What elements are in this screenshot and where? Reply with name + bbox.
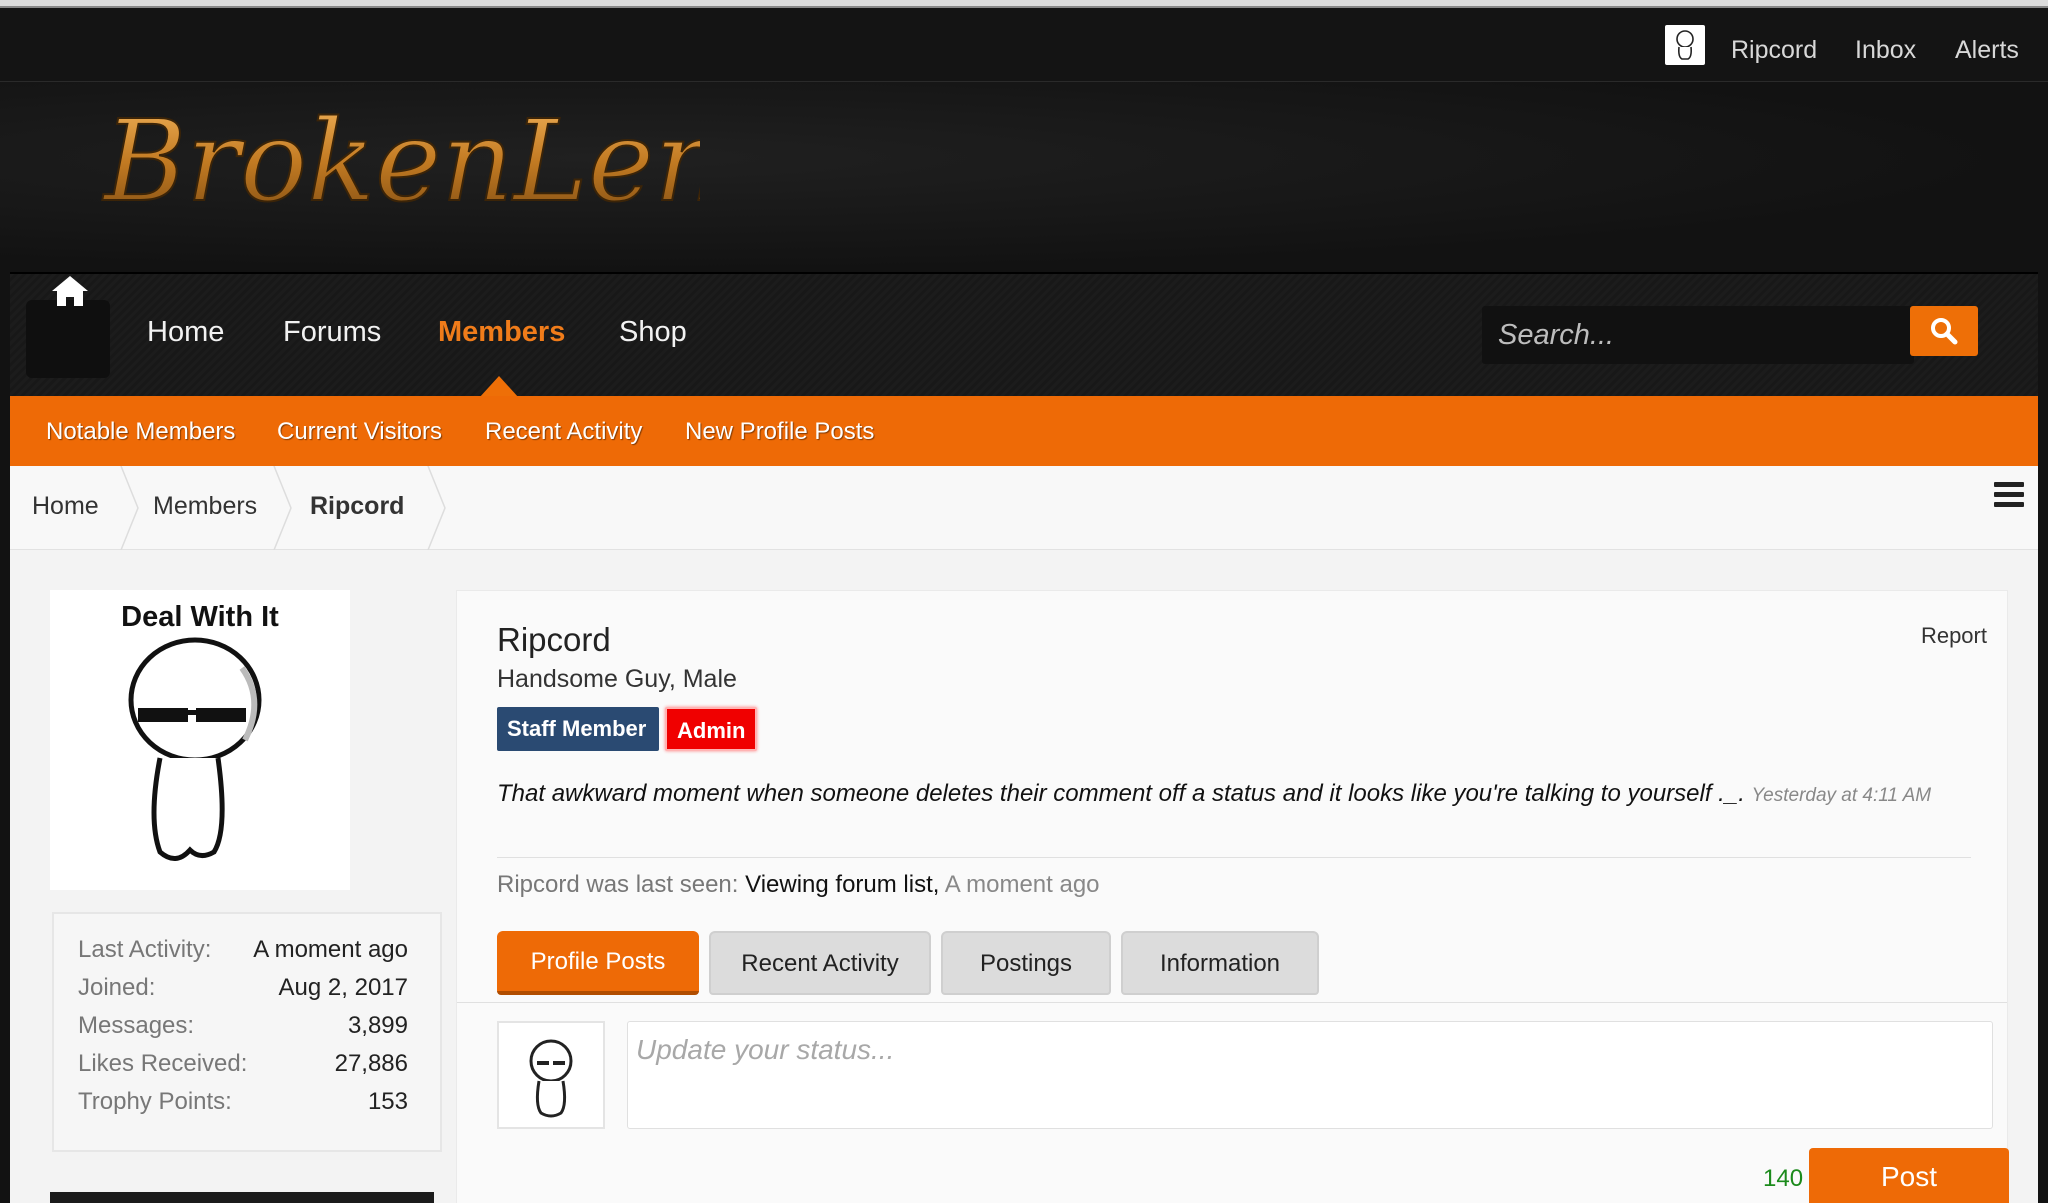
last-seen-time: A moment ago — [944, 871, 1100, 898]
staff-member-badge: Staff Member — [497, 707, 659, 751]
stat-value: A moment ago — [253, 936, 408, 963]
breadcrumb-separator — [273, 466, 292, 550]
stat-row-joined: Joined: Aug 2, 2017 — [78, 974, 408, 1010]
search-button[interactable] — [1910, 306, 1978, 356]
profile-avatar[interactable]: Deal With It — [50, 590, 350, 890]
inbox-link[interactable]: Inbox — [1855, 36, 1916, 65]
last-seen: Ripcord was last seen: Viewing forum lis… — [497, 871, 1100, 899]
profile-avatar-image: Deal With It — [121, 601, 279, 861]
stat-row-messages: Messages: 3,899 — [78, 1012, 408, 1048]
status-update-input[interactable] — [627, 1021, 1993, 1129]
subnav-notable-members[interactable]: Notable Members — [46, 418, 235, 446]
stat-label: Messages: — [78, 1012, 195, 1039]
breadcrumb-members[interactable]: Members — [153, 492, 257, 521]
profile-status: That awkward moment when someone deletes… — [497, 777, 1977, 813]
stat-row-last-activity: Last Activity: A moment ago — [78, 936, 408, 972]
username-link[interactable]: Ripcord — [1731, 36, 1817, 65]
divider — [497, 857, 1971, 858]
home-icon[interactable] — [50, 274, 90, 308]
stat-value[interactable]: 3,899 — [348, 1012, 408, 1040]
status-timestamp[interactable]: Yesterday at 4:11 AM — [1752, 785, 1932, 806]
browser-top-strip — [0, 0, 2048, 8]
page-container: Home Forums Members Shop Notable Members… — [10, 272, 2038, 1203]
character-counter: 140 — [1763, 1165, 1804, 1192]
stat-value: 27,886 — [334, 1050, 408, 1077]
active-nav-indicator — [479, 376, 519, 398]
tab-profile-posts[interactable]: Profile Posts — [497, 931, 699, 995]
user-bar: Ripcord Inbox Alerts — [0, 8, 2048, 82]
site-header: BrokenLens — [0, 82, 2048, 272]
profile-name: Ripcord — [497, 621, 611, 658]
status-message: That awkward moment when someone deletes… — [497, 780, 1745, 807]
report-link[interactable]: Report — [1921, 623, 1987, 649]
admin-badge: Admin — [665, 707, 757, 751]
tab-recent-activity[interactable]: Recent Activity — [709, 931, 931, 995]
stat-label: Last Activity: — [78, 936, 212, 963]
stat-value[interactable]: 153 — [368, 1088, 408, 1116]
post-button[interactable]: Post — [1809, 1148, 2009, 1203]
subnav-current-visitors[interactable]: Current Visitors — [277, 418, 442, 446]
user-avatar[interactable] — [1665, 25, 1705, 65]
tab-postings[interactable]: Postings — [941, 931, 1111, 995]
nav-shop[interactable]: Shop — [619, 316, 687, 349]
stat-row-likes: Likes Received: 27,886 — [78, 1050, 408, 1086]
composer-avatar-icon — [529, 1039, 573, 1118]
alerts-link[interactable]: Alerts — [1955, 36, 2019, 65]
breadcrumb-separator — [427, 466, 446, 550]
avatar-caption: Deal With It — [121, 601, 279, 633]
hamburger-menu-icon[interactable] — [1994, 482, 2024, 510]
logo-text: BrokenLens — [102, 97, 700, 227]
last-seen-prefix: Ripcord was last seen: — [497, 871, 739, 898]
search-icon — [1931, 318, 1958, 345]
profile-panel: Ripcord Handsome Guy, Male Report Staff … — [456, 590, 2009, 1203]
nav-forums[interactable]: Forums — [283, 316, 381, 349]
subnav-recent-activity[interactable]: Recent Activity — [485, 418, 642, 446]
composer-avatar[interactable] — [497, 1021, 605, 1129]
main-nav: Home Forums Members Shop — [10, 272, 2038, 398]
last-seen-activity[interactable]: Viewing forum list, — [745, 871, 939, 898]
home-tab[interactable] — [26, 300, 110, 378]
stat-value: Aug 2, 2017 — [278, 974, 408, 1001]
subnav-new-profile-posts[interactable]: New Profile Posts — [685, 418, 874, 446]
stat-label: Likes Received: — [78, 1050, 248, 1077]
sub-nav: Notable Members Current Visitors Recent … — [10, 396, 2038, 466]
stat-label: Joined: — [78, 974, 156, 1001]
profile-user-title: Handsome Guy, Male — [497, 665, 737, 693]
breadcrumb: Home Members Ripcord — [10, 466, 2038, 550]
profile-stats: Last Activity: A moment ago Joined: Aug … — [52, 912, 442, 1152]
search-box — [1482, 306, 1914, 364]
breadcrumb-separator — [120, 466, 139, 550]
breadcrumb-home[interactable]: Home — [32, 492, 99, 521]
site-logo[interactable]: BrokenLens — [100, 82, 700, 242]
stat-label: Trophy Points: — [78, 1088, 232, 1115]
nav-members[interactable]: Members — [438, 316, 565, 349]
tab-information[interactable]: Information — [1121, 931, 1319, 995]
tabs-divider — [457, 1002, 2007, 1003]
stat-row-trophy-points: Trophy Points: 153 — [78, 1088, 408, 1124]
breadcrumb-current[interactable]: Ripcord — [310, 492, 404, 521]
user-avatar-icon — [1676, 30, 1694, 60]
search-input[interactable] — [1482, 306, 1914, 364]
nav-home[interactable]: Home — [147, 316, 224, 349]
sidebar-block — [50, 1192, 434, 1203]
